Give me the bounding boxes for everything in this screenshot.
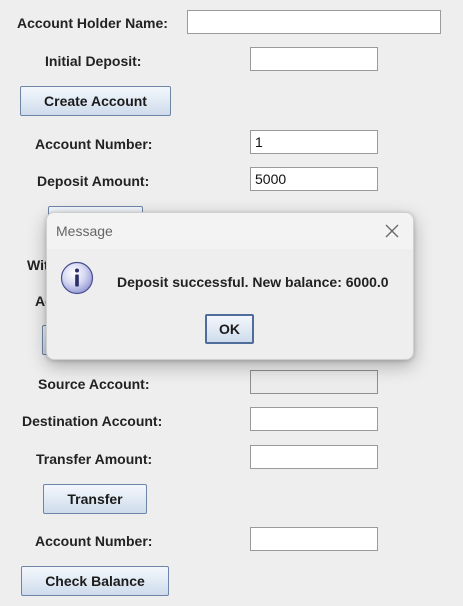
holder-name-field[interactable] bbox=[187, 10, 441, 34]
destination-account-label: Destination Account: bbox=[22, 413, 163, 429]
deposit-account-number-label: Account Number: bbox=[35, 136, 153, 152]
deposit-amount-field[interactable] bbox=[250, 167, 378, 191]
transfer-button[interactable]: Transfer bbox=[43, 484, 147, 514]
transfer-amount-field[interactable] bbox=[250, 445, 378, 469]
dialog-title: Message bbox=[56, 223, 113, 239]
transfer-amount-label: Transfer Amount: bbox=[36, 451, 153, 467]
initial-deposit-label: Initial Deposit: bbox=[45, 53, 142, 69]
deposit-account-number-field[interactable] bbox=[250, 130, 378, 154]
create-account-button[interactable]: Create Account bbox=[20, 86, 171, 116]
source-account-field[interactable] bbox=[250, 370, 378, 394]
balance-account-number-field[interactable] bbox=[250, 527, 378, 551]
dialog-titlebar[interactable]: Message bbox=[47, 213, 413, 249]
initial-deposit-field[interactable] bbox=[250, 47, 378, 71]
ok-button[interactable]: OK bbox=[205, 314, 254, 344]
dialog-message: Deposit successful. New balance: 6000.0 bbox=[117, 274, 389, 290]
info-icon bbox=[60, 261, 94, 295]
close-icon[interactable] bbox=[383, 222, 401, 240]
source-account-label: Source Account: bbox=[38, 376, 150, 392]
message-dialog: Message Deposit successful. New balance:… bbox=[46, 212, 414, 360]
destination-account-field[interactable] bbox=[250, 407, 378, 431]
holder-name-label: Account Holder Name: bbox=[17, 15, 168, 31]
balance-account-number-label: Account Number: bbox=[35, 533, 153, 549]
check-balance-button[interactable]: Check Balance bbox=[21, 566, 169, 596]
deposit-amount-label: Deposit Amount: bbox=[37, 173, 150, 189]
